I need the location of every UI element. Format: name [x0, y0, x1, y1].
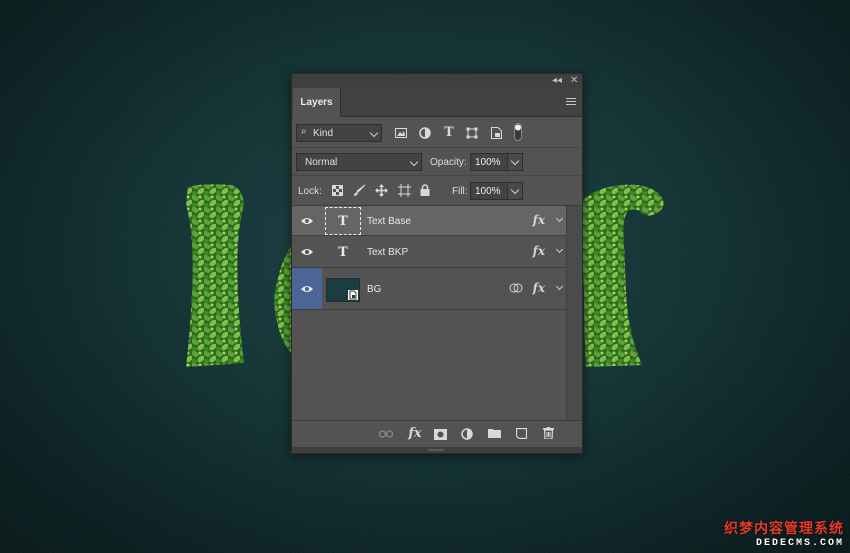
adjustment-filter-icon[interactable]	[418, 126, 432, 140]
blend-mode-select[interactable]: Normal	[296, 153, 422, 171]
layer-row-text-bkp[interactable]: T Text BKP fx	[292, 236, 567, 268]
lock-all-icon[interactable]	[419, 183, 431, 197]
trash-icon[interactable]	[540, 426, 556, 440]
leafy-letter-l	[180, 183, 250, 369]
panel-titlebar[interactable]: ◂◂ ✕	[292, 74, 582, 88]
tab-layers-label: Layers	[300, 97, 333, 108]
visibility-eye-icon[interactable]	[292, 236, 322, 267]
layer-name: BG	[367, 284, 382, 295]
lock-transparent-icon[interactable]	[331, 184, 343, 196]
bg-layer-thumbnail	[326, 278, 360, 302]
lock-position-icon[interactable]	[374, 183, 388, 197]
close-icon[interactable]: ✕	[570, 75, 578, 87]
shape-filter-icon[interactable]	[465, 126, 479, 140]
lock-artboard-icon[interactable]	[397, 183, 411, 197]
layer-row-text-base[interactable]: T Text Base fx	[292, 206, 567, 236]
opacity-input[interactable]: 100%	[470, 153, 508, 171]
smart-object-filter-icon[interactable]	[489, 126, 503, 140]
layer-name: Text BKP	[367, 247, 409, 258]
fx-icon[interactable]: fx	[406, 425, 424, 441]
layer-fx-icon[interactable]: fx	[533, 281, 545, 295]
visibility-eye-icon[interactable]	[292, 268, 322, 309]
fill-input[interactable]: 100%	[470, 182, 508, 200]
opacity-label: Opacity:	[430, 157, 467, 168]
watermark-line1: 织梦内容管理系统	[724, 520, 844, 536]
type-filter-icon[interactable]: T	[442, 125, 456, 140]
fill-value: 100%	[475, 185, 501, 197]
link-circles-icon	[509, 282, 523, 297]
collapse-icon[interactable]: ◂◂	[552, 75, 562, 87]
adjustment-icon[interactable]	[459, 426, 475, 442]
fill-label: Fill:	[452, 186, 468, 197]
text-layer-thumbnail-icon: T	[338, 244, 348, 260]
opacity-value: 100%	[475, 156, 501, 168]
layer-row-bg[interactable]: BG fx	[292, 268, 567, 310]
layers-panel: ◂◂ ✕ Layers ⌕ Kind T Normal Opacity: 100…	[291, 73, 583, 454]
blend-mode-value: Normal	[305, 156, 338, 168]
chevron-down-icon[interactable]	[555, 282, 564, 291]
mask-icon[interactable]	[432, 427, 448, 441]
layers-footer-toolbar: fx	[292, 420, 582, 453]
image-filter-icon[interactable]	[394, 126, 408, 140]
lock-label: Lock:	[298, 186, 322, 197]
search-icon: ⌕	[301, 126, 307, 137]
chevron-down-icon[interactable]	[555, 214, 564, 223]
layer-name: Text Base	[367, 216, 411, 227]
panel-tabbar: Layers	[292, 88, 582, 117]
watermark-line2: DEDECMS.COM	[755, 538, 844, 549]
layer-fx-icon[interactable]: fx	[533, 213, 545, 227]
fill-dropdown-button[interactable]	[507, 182, 523, 200]
link-icon[interactable]	[378, 427, 394, 441]
lock-paint-icon[interactable]	[352, 183, 366, 197]
chevron-down-icon[interactable]	[555, 245, 564, 254]
smart-object-badge-icon	[348, 290, 358, 300]
panel-resize-grip[interactable]	[292, 447, 582, 453]
blend-row: Normal Opacity: 100%	[292, 148, 582, 176]
filter-kind-select[interactable]: ⌕ Kind	[296, 124, 382, 142]
tab-layers[interactable]: Layers	[293, 88, 341, 117]
layers-list: T Text Base fx T Text BKP fx BG fx	[292, 206, 567, 420]
watermark: 织梦内容管理系统 DEDECMS.COM	[724, 518, 844, 549]
panel-menu-icon[interactable]	[566, 98, 576, 106]
layer-fx-icon[interactable]: fx	[533, 244, 545, 258]
lock-row: Lock: Fill: 100%	[292, 176, 582, 206]
text-layer-thumbnail-icon: T	[325, 207, 361, 235]
new-layer-icon[interactable]	[513, 426, 529, 440]
filter-kind-label: Kind	[313, 127, 334, 139]
group-folder-icon[interactable]	[486, 426, 502, 440]
layers-scrollbar[interactable]	[566, 206, 582, 420]
filter-toggle-icon[interactable]	[514, 123, 522, 141]
opacity-dropdown-button[interactable]	[507, 153, 523, 171]
visibility-eye-icon[interactable]	[292, 206, 322, 235]
leafy-letter-f	[582, 183, 672, 369]
filter-row: ⌕ Kind T	[292, 118, 582, 148]
